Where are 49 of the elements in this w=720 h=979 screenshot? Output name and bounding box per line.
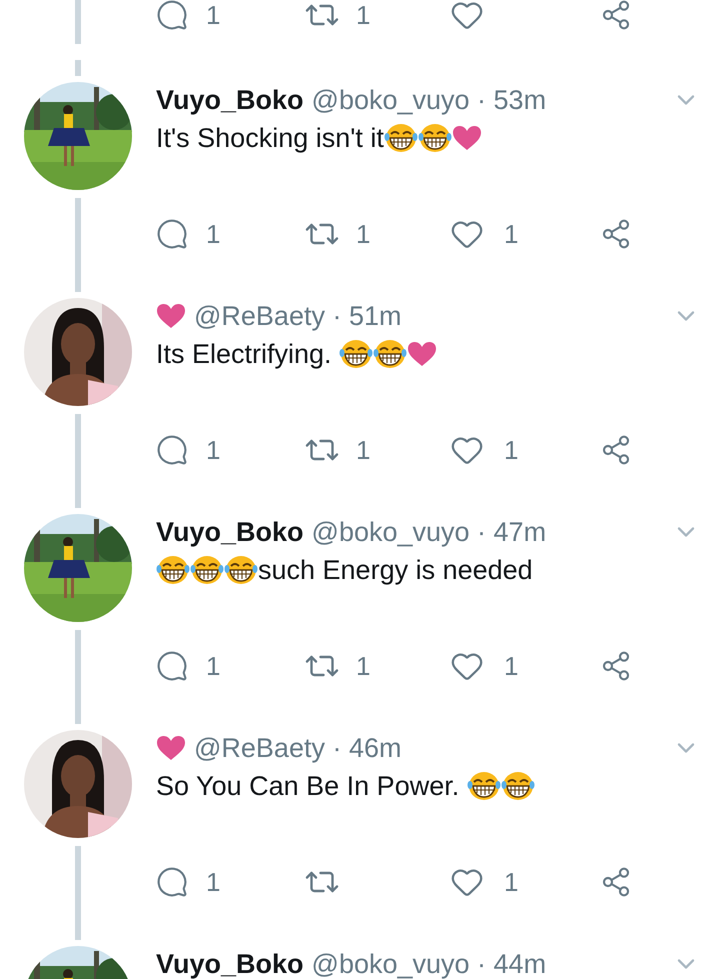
reply-count: 1: [206, 434, 220, 466]
handle-and-time: @ReBaety · 51m: [194, 300, 402, 333]
reply-count: 1: [206, 0, 220, 32]
heart-icon: [452, 125, 482, 151]
retweet-count: 1: [356, 0, 370, 32]
reply-count: 1: [206, 218, 220, 250]
reply-icon[interactable]: [156, 218, 188, 250]
heart-icon: [407, 341, 438, 367]
reply-count: 1: [206, 650, 220, 682]
like-count: 1: [504, 218, 518, 250]
handle-and-time: @boko_vuyo · 44m: [312, 948, 546, 979]
share-icon[interactable]: [600, 218, 632, 250]
share-icon[interactable]: [600, 434, 632, 466]
heart-icon: [156, 735, 186, 761]
retweet-count: 1: [356, 218, 370, 250]
share-icon[interactable]: [600, 0, 632, 31]
laughing-emoji-icon: [339, 339, 374, 369]
reply-icon[interactable]: [156, 0, 188, 31]
laughing-emoji-icon: [373, 339, 408, 369]
reply-count: 1: [206, 866, 220, 898]
retweet-count: 1: [356, 434, 370, 466]
tweet-text: It's Shocking isn't it: [156, 118, 700, 158]
laughing-emoji-icon: [418, 123, 452, 153]
handle-and-time: @boko_vuyo · 53m: [312, 84, 546, 117]
tweet-text: Its Electrifying.: [156, 334, 700, 374]
handle-and-time: @ReBaety · 46m: [194, 732, 402, 765]
laughing-emoji-icon: [224, 555, 258, 585]
reply-icon[interactable]: [156, 866, 188, 898]
like-count: 1: [504, 434, 518, 466]
like-icon[interactable]: [450, 0, 484, 32]
laughing-emoji-icon: [190, 555, 224, 585]
reply-icon[interactable]: [156, 650, 188, 682]
like-count: 1: [504, 650, 518, 682]
like-count: 1: [504, 866, 518, 898]
laughing-emoji-icon: [156, 555, 190, 585]
heart-icon: [156, 303, 186, 329]
share-icon[interactable]: [600, 866, 632, 898]
user-name[interactable]: Vuyo_Boko: [156, 944, 304, 979]
user-name[interactable]: Vuyo_Boko: [156, 512, 304, 552]
laughing-emoji-icon: [466, 771, 501, 801]
tweet-text: such Energy is needed: [156, 550, 700, 590]
share-icon[interactable]: [600, 650, 632, 682]
tweet-text: So You Can Be In Power.: [156, 766, 700, 806]
retweet-count: 1: [356, 650, 370, 682]
reply-icon[interactable]: [156, 434, 188, 466]
user-name[interactable]: Vuyo_Boko: [156, 80, 304, 120]
handle-and-time: @boko_vuyo · 47m: [312, 516, 546, 549]
laughing-emoji-icon: [384, 123, 418, 153]
laughing-emoji-icon: [500, 771, 535, 801]
